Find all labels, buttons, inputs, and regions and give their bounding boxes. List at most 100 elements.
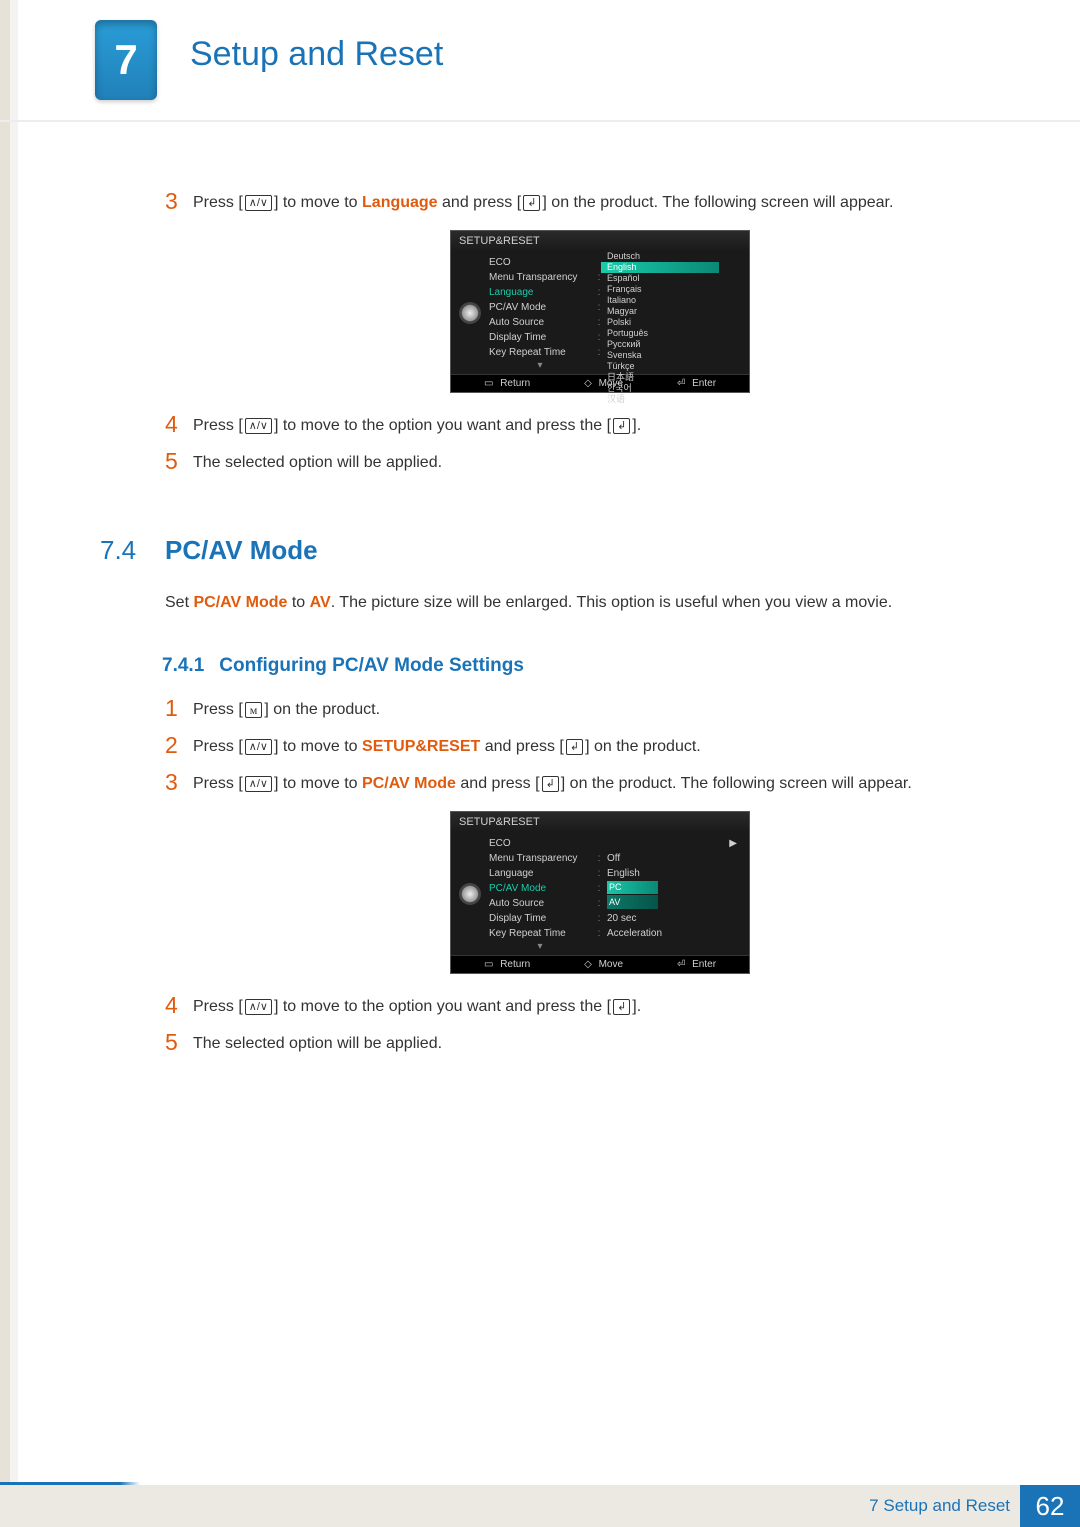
return-icon: ▭ — [484, 378, 493, 389]
enter-icon: ↲ — [566, 739, 583, 755]
move-icon: ◇ — [584, 378, 592, 389]
osd-pcav-options: PC AV — [607, 881, 743, 911]
lang-option: Español — [601, 273, 719, 284]
osd-label: ECO — [489, 836, 591, 851]
step-text: Press [∧/∨] to move to the option you wa… — [193, 413, 1035, 438]
section-title: PC/AV Mode — [165, 535, 318, 566]
osd-label: Menu Transparency — [489, 270, 591, 285]
step-number: 3 — [165, 190, 193, 215]
subsection-number: 7.4.1 — [162, 655, 204, 676]
t: and press [ — [456, 775, 540, 792]
step-number: 3 — [165, 771, 193, 796]
section-number: 7.4 — [100, 535, 165, 566]
osd-label: PC/AV Mode — [489, 300, 591, 315]
enter-icon: ↲ — [613, 999, 630, 1015]
pcav-option-pc: PC — [607, 881, 658, 894]
lang-option: Magyar — [601, 306, 719, 317]
chapter-title: Setup and Reset — [190, 35, 443, 74]
gear-icon — [459, 302, 481, 324]
step-text: Press [∧/∨] to move to SETUP&RESET and p… — [193, 734, 1035, 759]
lang-option: Deutsch — [601, 251, 719, 262]
pcav-option-av: AV — [607, 895, 658, 909]
step-text: Press [∧/∨] to move to the option you wa… — [193, 994, 1035, 1019]
t: ] on the product. The following screen w… — [561, 775, 912, 792]
chevron-down-icon: ▾ — [489, 941, 591, 953]
footer-crumbs: 7 Setup and Reset — [869, 1496, 1010, 1516]
pcav-highlight: PC/AV Mode — [362, 775, 456, 792]
lang-option: 日本語 — [601, 372, 719, 383]
section-paragraph: Set PC/AV Mode to AV. The picture size w… — [165, 591, 1035, 615]
t: ] on the product. — [585, 738, 701, 755]
step-number: 1 — [165, 697, 193, 722]
osd-label: Key Repeat Time — [489, 926, 591, 941]
lang-option: 汉语 — [601, 394, 719, 405]
updown-icon: ∧/∨ — [245, 776, 272, 792]
gear-icon — [459, 883, 481, 905]
chapter-number-badge: 7 — [95, 20, 157, 100]
t: Press [ — [193, 775, 243, 792]
lang-option: Svenska — [601, 350, 719, 361]
step-text: Press [∧/∨] to move to PC/AV Mode and pr… — [193, 771, 1035, 796]
t: Press [ — [193, 417, 243, 434]
osd-label: Auto Source — [489, 315, 591, 330]
osd-value: Acceleration — [607, 926, 743, 941]
t: ] to move to the option you want and pre… — [274, 417, 611, 434]
osd-menu-labels: ECO Menu Transparency Language PC/AV Mod… — [489, 836, 591, 953]
step-number: 4 — [165, 413, 193, 438]
osd-values-col: ▶ Off English PC AV 20 sec Acceleration — [607, 836, 743, 953]
step-number: 5 — [165, 450, 193, 475]
subsection-title: Configuring PC/AV Mode Settings — [219, 655, 524, 676]
osd-move-label: Move — [599, 959, 623, 970]
osd-screenshot-language: SETUP&RESET ECO Menu Transparency Langua… — [450, 230, 750, 393]
pcav-highlight: PC/AV Mode — [193, 594, 287, 611]
osd-label: Auto Source — [489, 896, 591, 911]
osd-language-dropdown: Deutsch English Español Français Italian… — [601, 251, 719, 405]
t: Set — [165, 594, 193, 611]
page-number: 62 — [1020, 1485, 1080, 1527]
lang-option: Português — [601, 328, 719, 339]
updown-icon: ∧/∨ — [245, 739, 272, 755]
section-heading: 7.4 PC/AV Mode — [100, 535, 1035, 566]
page-footer: 7 Setup and Reset 62 — [0, 1485, 1080, 1527]
lang-option: Italiano — [601, 295, 719, 306]
updown-icon: ∧/∨ — [245, 195, 272, 211]
menu-icon: ᴍ — [245, 702, 263, 718]
t: and press [ — [480, 738, 564, 755]
t: ] on the product. The following screen w… — [542, 194, 893, 211]
t: ]. — [632, 417, 641, 434]
step-text: The selected option will be applied. — [193, 450, 1035, 475]
t: ] to move to the option you want and pre… — [274, 998, 611, 1015]
osd-title: SETUP&RESET — [451, 812, 749, 832]
lang-option-selected: English — [601, 262, 719, 273]
updown-icon: ∧/∨ — [245, 418, 272, 434]
osd-label: Key Repeat Time — [489, 345, 591, 360]
t: Press [ — [193, 194, 243, 211]
step-text: Press [ᴍ] on the product. — [193, 697, 1035, 722]
t: and press [ — [438, 194, 522, 211]
osd-value: English — [607, 866, 743, 881]
step-text: Press [∧/∨] to move to Language and pres… — [193, 190, 1035, 215]
t: Press [ — [193, 701, 243, 718]
t: ] to move to — [274, 775, 362, 792]
setup-reset-highlight: SETUP&RESET — [362, 738, 480, 755]
osd-label-selected: Language — [489, 285, 591, 300]
lang-option: Français — [601, 284, 719, 295]
osd-label: Display Time — [489, 911, 591, 926]
return-icon: ▭ — [484, 959, 493, 970]
move-icon: ◇ — [584, 959, 592, 970]
step-text: The selected option will be applied. — [193, 1031, 1035, 1056]
chevron-down-icon: ▾ — [489, 360, 591, 372]
t: Press [ — [193, 998, 243, 1015]
subsection-heading: 7.4.1 Configuring PC/AV Mode Settings — [162, 655, 1035, 677]
header-divider — [0, 120, 1080, 122]
t: ] to move to — [274, 738, 362, 755]
osd-value: Off — [607, 851, 743, 866]
enter-icon: ↲ — [523, 195, 540, 211]
t: ] on the product. — [264, 701, 380, 718]
lang-option: 한국어 — [601, 383, 719, 394]
osd-separator-col: :::::: — [591, 836, 607, 953]
lang-option: Türkçe — [601, 361, 719, 372]
osd-value: 20 sec — [607, 911, 743, 926]
t: Press [ — [193, 738, 243, 755]
enter-icon: ↲ — [613, 418, 630, 434]
